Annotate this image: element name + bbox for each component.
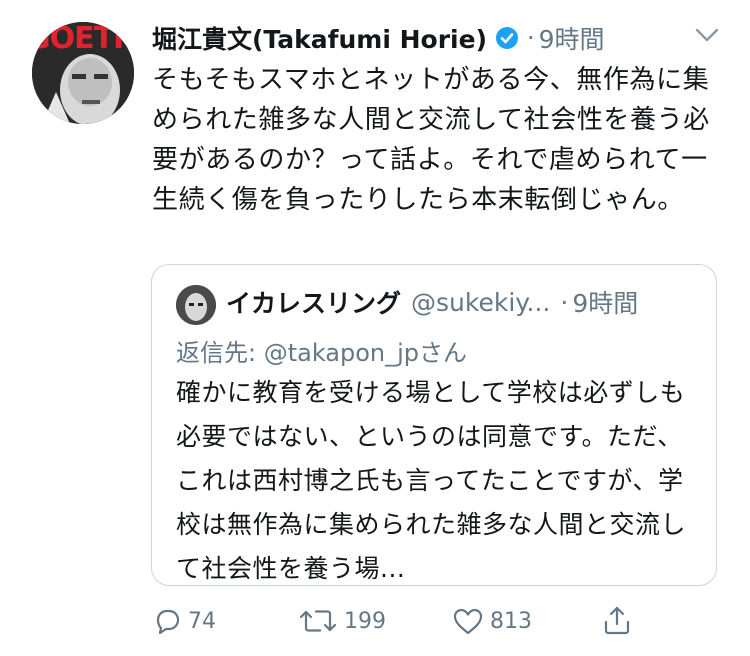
quoted-tweet[interactable]: イカレスリング @sukekiy... · 9時間 返信先: @takapon_… — [151, 264, 717, 586]
quoted-author-name: イカレスリング — [226, 289, 402, 318]
retweet-count: 199 — [344, 608, 386, 634]
reply-icon — [156, 609, 180, 635]
quoted-time: 9時間 — [572, 289, 639, 318]
like-button[interactable]: 813 — [452, 606, 532, 636]
quoted-header: イカレスリング @sukekiy... · 9時間 — [226, 284, 638, 320]
quoted-author-avatar — [176, 285, 216, 325]
reply-button[interactable]: 74 — [152, 606, 216, 636]
author-name[interactable]: 堀江貴文(Takafumi Horie) — [152, 20, 487, 56]
author-avatar[interactable]: GOETHE — [32, 22, 134, 124]
retweet-icon — [299, 610, 337, 632]
quoted-reply-to: 返信先: @takapon_jpさん — [176, 339, 468, 367]
retweet-button[interactable]: 199 — [298, 606, 386, 636]
quoted-separator: · — [560, 287, 569, 317]
share-button[interactable] — [602, 604, 638, 636]
quoted-text: 確かに教育を受ける場として学校は必ずしも必要ではない、というのは同意です。ただ、… — [176, 378, 687, 583]
tweet-actions: 74 199 813 — [0, 600, 750, 644]
avatar-magazine-logo: GOETHE — [32, 22, 134, 56]
tweet-header: 堀江貴文(Takafumi Horie) · 9時間 — [152, 18, 605, 58]
like-icon — [453, 608, 483, 635]
quoted-author-handle: @sukekiy... — [411, 287, 551, 317]
chevron-down-icon[interactable] — [694, 26, 720, 44]
share-icon — [604, 606, 630, 635]
tweet-text: そもそもスマホとネットがある今、無作為に集められた雑多な人間と交流して社会性を養… — [152, 65, 710, 215]
quoted-avatar-photo — [176, 285, 216, 325]
verified-badge-icon — [496, 27, 518, 49]
header-separator: · — [527, 24, 535, 52]
reply-count: 74 — [188, 608, 216, 634]
like-count: 813 — [490, 608, 532, 634]
tweet-time[interactable]: 9時間 — [539, 20, 605, 56]
